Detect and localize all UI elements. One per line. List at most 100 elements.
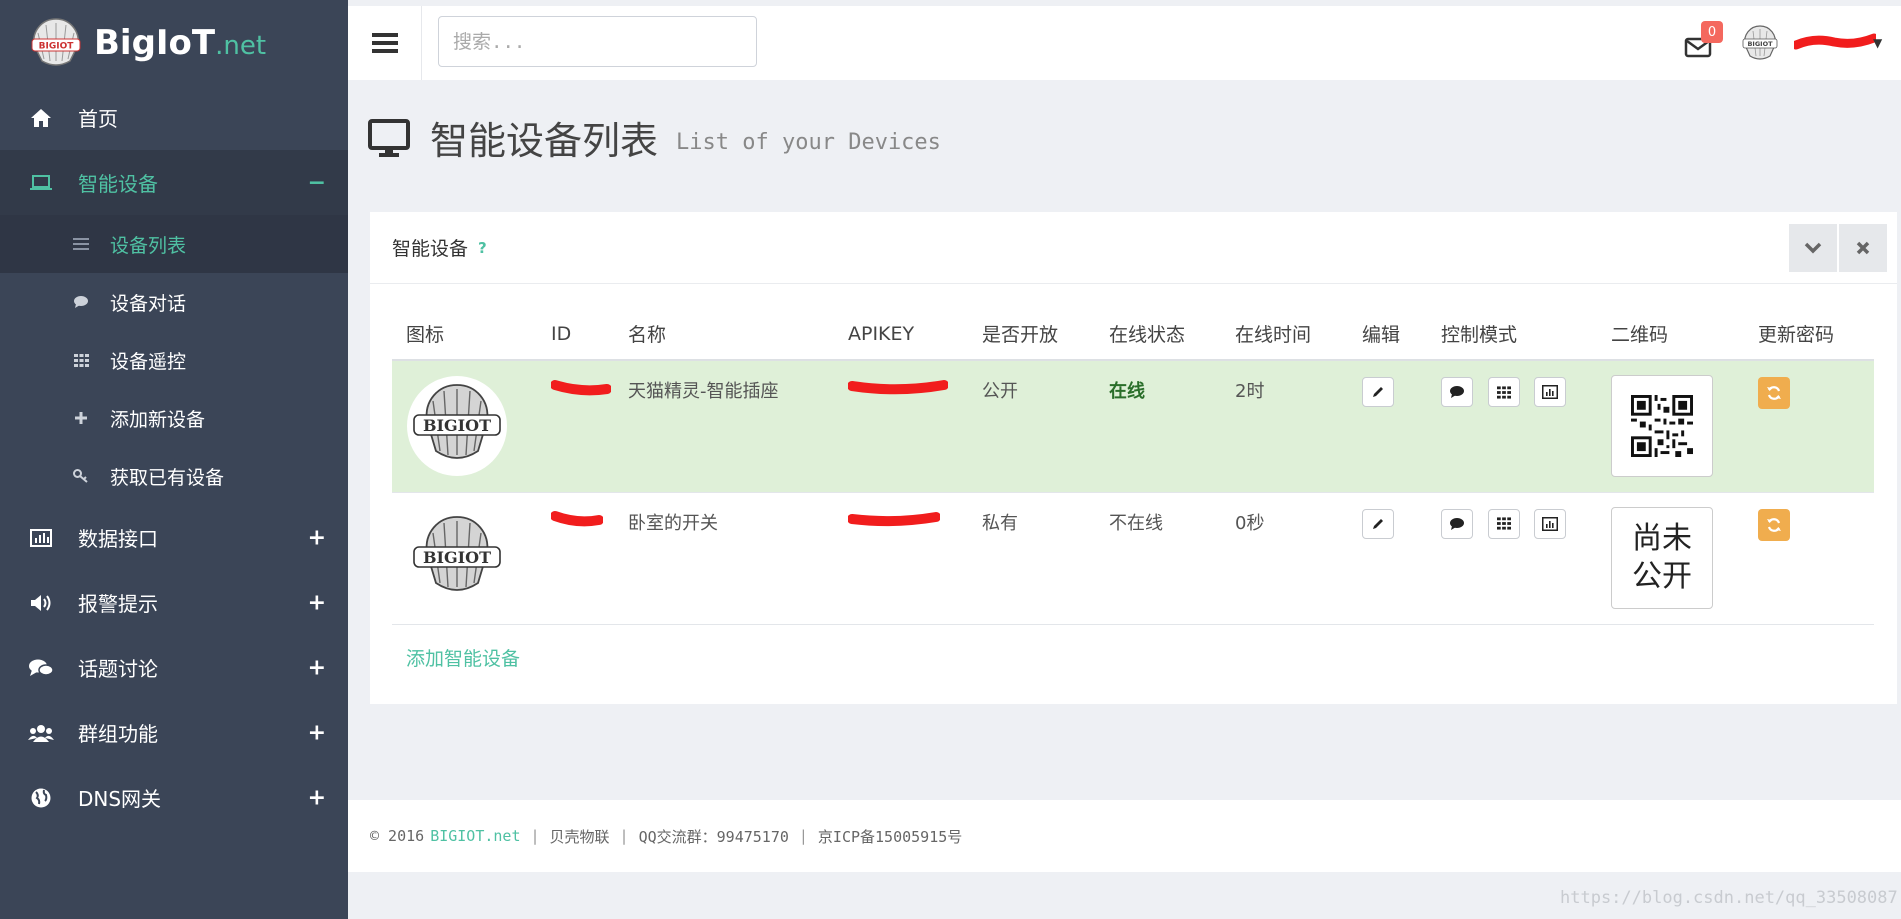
user-name-redacted[interactable] bbox=[1794, 33, 1876, 51]
device-logo-icon: BIGIOT bbox=[407, 376, 507, 476]
help-icon[interactable]: ? bbox=[478, 239, 487, 257]
device-icon-cell: BIGIOT bbox=[392, 360, 537, 493]
chat-mode-button[interactable] bbox=[1441, 377, 1473, 407]
edit-button[interactable] bbox=[1362, 508, 1394, 539]
table-row: BIGIOT 卧室的开关 私有 不在线 0秒 尚未 公开 bbox=[392, 492, 1874, 625]
chevron-down-icon bbox=[1804, 242, 1822, 254]
devices-panel: 智能设备 ? 图标 ID 名称 APIKEY 是否开放 在线状态 在线时间 编辑… bbox=[370, 212, 1897, 704]
comments-icon bbox=[26, 653, 56, 683]
expand-toggle-icon[interactable]: + bbox=[308, 525, 326, 550]
footer-divider: | bbox=[798, 827, 808, 845]
search-input[interactable] bbox=[438, 16, 757, 67]
sidebar-subitem-label: 设备列表 bbox=[110, 234, 187, 257]
sidebar-subitem-device-chat[interactable]: 设备对话 bbox=[0, 273, 348, 331]
device-online-time-cell: 0秒 bbox=[1221, 492, 1348, 625]
refresh-key-button[interactable] bbox=[1758, 377, 1790, 409]
refresh-icon bbox=[1767, 386, 1781, 400]
column-header: 在线状态 bbox=[1095, 308, 1221, 361]
column-header: ID bbox=[537, 308, 614, 361]
sidebar-item-home[interactable]: 首页 bbox=[0, 85, 348, 150]
column-header: APIKEY bbox=[834, 308, 968, 361]
sidebar-subitem-label: 添加新设备 bbox=[110, 408, 206, 431]
column-header: 名称 bbox=[614, 308, 834, 361]
page-header: 智能设备列表 List of your Devices bbox=[368, 110, 941, 165]
collapse-toggle-icon[interactable]: − bbox=[308, 170, 326, 195]
qrcode-cell bbox=[1597, 360, 1744, 493]
footer-icp[interactable]: 京ICP备15005915号 bbox=[818, 826, 962, 847]
svg-text:BIGIOT: BIGIOT bbox=[39, 41, 75, 51]
device-id-cell bbox=[537, 360, 614, 493]
refresh-key-button[interactable] bbox=[1758, 508, 1790, 541]
chat-icon bbox=[70, 295, 92, 309]
laptop-icon bbox=[26, 168, 56, 198]
table-row: BIGIOT 天猫精灵-智能插座 公开 在线 2时 bbox=[392, 360, 1874, 493]
remote-mode-button[interactable] bbox=[1487, 508, 1520, 539]
remote-mode-button[interactable] bbox=[1487, 377, 1520, 407]
qr-not-public: 尚未 公开 bbox=[1611, 506, 1713, 609]
control-mode-cell bbox=[1427, 492, 1597, 625]
device-logo-icon: BIGIOT bbox=[413, 515, 501, 591]
expand-toggle-icon[interactable]: + bbox=[308, 785, 326, 810]
grid-icon bbox=[1496, 517, 1511, 530]
sidebar-item-devices[interactable]: 智能设备 − bbox=[0, 150, 348, 215]
data-chart-button[interactable] bbox=[1534, 508, 1567, 539]
update-password-cell bbox=[1744, 492, 1874, 625]
avatar[interactable]: BIGIOT bbox=[1740, 23, 1780, 63]
expand-toggle-icon[interactable]: + bbox=[308, 590, 326, 615]
data-chart-button[interactable] bbox=[1534, 377, 1567, 407]
device-name-cell: 卧室的开关 bbox=[614, 492, 834, 625]
footer: © 2016 BIGIOT.net | 贝壳物联 | QQ交流群：9947517… bbox=[348, 800, 1901, 872]
expand-toggle-icon[interactable]: + bbox=[308, 655, 326, 680]
sidebar-item-groups[interactable]: 群组功能 + bbox=[0, 700, 348, 765]
home-icon bbox=[26, 103, 56, 133]
sidebar-subitem-fetch-device[interactable]: 获取已有设备 bbox=[0, 447, 348, 505]
device-name-cell: 天猫精灵-智能插座 bbox=[614, 360, 834, 493]
device-id-cell bbox=[537, 492, 614, 625]
edit-button[interactable] bbox=[1362, 377, 1394, 407]
device-status-cell: 在线 bbox=[1095, 360, 1221, 493]
sidebar-item-alerts[interactable]: 报警提示 + bbox=[0, 570, 348, 635]
footer-company: 贝壳物联 bbox=[549, 827, 610, 846]
menu-toggle-icon[interactable] bbox=[348, 6, 422, 80]
sidebar-subitem-label: 设备对话 bbox=[110, 292, 187, 315]
sidebar-subitem-device-list[interactable]: 设备列表 bbox=[0, 215, 348, 273]
sidebar-subitem-device-remote[interactable]: 设备遥控 bbox=[0, 331, 348, 389]
redacted-id bbox=[550, 510, 604, 526]
redacted-apikey bbox=[847, 511, 941, 526]
monitor-icon bbox=[368, 118, 410, 157]
sidebar-subitem-add-device[interactable]: 添加新设备 bbox=[0, 389, 348, 447]
sidebar-item-data-api[interactable]: 数据接口 + bbox=[0, 505, 348, 570]
sidebar-item-topics[interactable]: 话题讨论 + bbox=[0, 635, 348, 700]
devices-table: 图标 ID 名称 APIKEY 是否开放 在线状态 在线时间 编辑 控制模式 二… bbox=[392, 308, 1874, 625]
footer-brand-link[interactable]: BIGIOT.net bbox=[430, 827, 520, 845]
page-title: 智能设备列表 bbox=[430, 119, 659, 163]
svg-text:BIGIOT: BIGIOT bbox=[423, 416, 491, 435]
chat-mode-button[interactable] bbox=[1441, 508, 1473, 539]
collapse-panel-button[interactable] bbox=[1789, 224, 1837, 272]
qrcode-cell: 尚未 公开 bbox=[1597, 492, 1744, 625]
close-icon bbox=[1856, 241, 1870, 255]
column-header: 编辑 bbox=[1348, 308, 1427, 361]
column-header: 二维码 bbox=[1597, 308, 1744, 361]
device-status-cell: 不在线 bbox=[1095, 492, 1221, 625]
panel-title: 智能设备 bbox=[392, 238, 469, 260]
logo[interactable]: BIGIOT BigIoT.net bbox=[0, 0, 348, 85]
qr-text-line: 尚未 bbox=[1632, 520, 1692, 556]
sidebar-item-dns-gateway[interactable]: DNS网关 + bbox=[0, 765, 348, 830]
redacted-id bbox=[550, 380, 612, 396]
footer-divider: | bbox=[619, 827, 629, 845]
expand-toggle-icon[interactable]: + bbox=[308, 720, 326, 745]
chat-icon bbox=[1450, 386, 1464, 398]
column-header: 在线时间 bbox=[1221, 308, 1348, 361]
add-device-link[interactable]: 添加智能设备 bbox=[406, 644, 520, 671]
qr-code[interactable] bbox=[1611, 375, 1713, 477]
sidebar-item-label: 首页 bbox=[78, 107, 118, 131]
close-panel-button[interactable] bbox=[1839, 224, 1887, 272]
logo-shell-icon: BIGIOT bbox=[31, 17, 81, 66]
device-apikey-cell bbox=[834, 360, 968, 493]
grid-icon bbox=[1496, 385, 1511, 399]
caret-down-icon[interactable]: ▼ bbox=[1873, 36, 1882, 50]
watermark-text: https://blog.csdn.net/qq_33508087 bbox=[1560, 888, 1898, 908]
column-header: 是否开放 bbox=[968, 308, 1095, 361]
chat-icon bbox=[1450, 517, 1464, 530]
